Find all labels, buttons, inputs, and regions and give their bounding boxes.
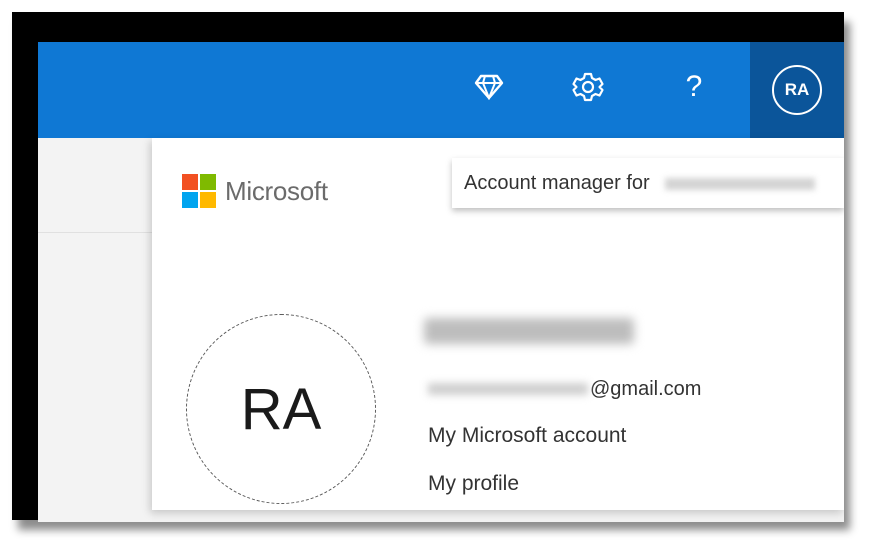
settings-button[interactable] xyxy=(565,64,611,110)
brand-name: Microsoft xyxy=(225,175,328,206)
account-manager-label: Account manager for xyxy=(464,172,650,194)
email-domain: @gmail.com xyxy=(590,377,702,400)
redacted-user-name xyxy=(424,318,634,344)
microsoft-logo-icon xyxy=(182,174,216,208)
redacted-email xyxy=(665,177,816,190)
help-icon: ? xyxy=(685,70,703,103)
top-navigation-bar: ? RA xyxy=(38,42,844,138)
diamond-button[interactable] xyxy=(466,64,512,110)
gear-icon xyxy=(572,72,604,102)
divider xyxy=(38,232,152,233)
page-background xyxy=(38,138,152,522)
my-microsoft-account-link[interactable]: My Microsoft account xyxy=(428,424,626,448)
screenshot-frame: ? RA Microsoft Account manager for RA @g… xyxy=(12,12,844,522)
diamond-icon xyxy=(474,74,504,100)
app-window: ? RA Microsoft Account manager for RA @g… xyxy=(38,42,844,522)
microsoft-logo: Microsoft xyxy=(182,174,328,208)
account-button[interactable]: RA xyxy=(750,42,844,138)
my-profile-link[interactable]: My profile xyxy=(428,472,519,496)
help-button[interactable]: ? xyxy=(671,64,717,110)
redacted-email-local xyxy=(428,383,588,395)
account-manager-flyout: Microsoft Account manager for RA @gmail.… xyxy=(152,138,844,510)
avatar: RA xyxy=(772,65,822,115)
user-email: @gmail.com xyxy=(428,376,701,402)
profile-avatar[interactable]: RA xyxy=(186,314,376,504)
account-manager-header: Account manager for xyxy=(452,158,844,208)
